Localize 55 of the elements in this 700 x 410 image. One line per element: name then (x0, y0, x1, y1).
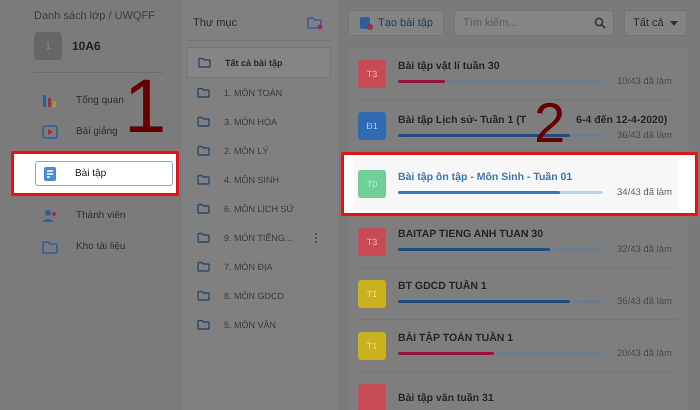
folder-item[interactable]: 5. MÔN VĂN (187, 310, 331, 339)
assignment-badge: T1 (358, 280, 386, 308)
users-icon (42, 208, 58, 222)
folder-icon (197, 145, 210, 156)
filter-dropdown[interactable]: Tất cả (624, 10, 687, 36)
class-name: 10A6 (72, 39, 101, 53)
search-icon (594, 17, 606, 29)
bar-chart-icon (42, 94, 58, 108)
assignment-badge: T1 (358, 332, 386, 360)
folder-item[interactable]: Tất cả bài tập (187, 47, 331, 78)
assignment-title[interactable]: 6-4 đến 12-4-2020) (576, 114, 668, 126)
document-icon (43, 166, 57, 182)
progress-count: 34/43 đã làm (617, 186, 672, 198)
folder-icon (198, 57, 211, 68)
add-folder-icon[interactable] (307, 16, 323, 30)
folder-icon (197, 232, 210, 243)
assignment-card[interactable]: T0 Bài tập ôn tập - Môn Sinh - Tuần 01 34/43 đã làm (354, 158, 678, 210)
folder-item[interactable]: 6. MÔN LỊCH SỬ (187, 194, 331, 223)
folder-icon (197, 319, 210, 330)
folder-item[interactable]: 4. MÔN SINH (187, 165, 331, 194)
assignment-badge: T3 (358, 228, 386, 256)
folders-title: Thư mục (193, 17, 238, 29)
folder-item[interactable]: 8. MÔN GDCD (187, 281, 331, 310)
assignment-card[interactable]: Bài tập văn tuần 31 (358, 372, 678, 410)
assignment-badge: T3 (358, 60, 386, 88)
assignment-title[interactable]: BAITAP TIENG ANH TUAN 30 (398, 228, 544, 240)
assignment-title[interactable]: Bài tập Lịch sử- Tuần 1 (T (398, 114, 526, 126)
assignment-badge: T0 (358, 170, 386, 198)
folder-item[interactable]: 1. MÔN TOÁN (187, 78, 331, 107)
create-assignment-button[interactable]: Tạo bài tập (348, 10, 444, 36)
nav-item[interactable]: Bài tập (35, 161, 173, 186)
assignment-badge: Đ1 (358, 112, 386, 140)
assignment-title[interactable]: BT GDCD TUẦN 1 (398, 280, 487, 292)
folder-icon (197, 261, 210, 272)
nav-item[interactable]: Kho tài liệu (35, 234, 173, 259)
folder-icon (197, 203, 210, 214)
folder-icon (197, 87, 210, 98)
folder-item[interactable]: 7. MÔN ĐỊA (187, 252, 331, 281)
assignment-title[interactable]: Bài tập văn tuần 31 (398, 392, 494, 404)
folder-item[interactable]: 3. MÔN HÓA (187, 107, 331, 136)
assignment-title[interactable]: BÀI TẬP TOÁN TUẦN 1 (398, 332, 514, 344)
breadcrumb: Danh sách lớp / UWQFF (34, 10, 156, 22)
assignment-title[interactable]: Bài tập ôn tập - Môn Sinh - Tuần 01 (398, 170, 572, 182)
annotation-number: 1 (124, 69, 166, 145)
folder-icon (197, 290, 210, 301)
folder-icon (42, 240, 58, 254)
folder-icon (197, 174, 210, 185)
folder-icon (197, 116, 210, 127)
assignment-title[interactable]: Bài tập vật lí tuần 30 (398, 60, 500, 72)
caret-icon (670, 20, 678, 26)
folder-item[interactable]: 9. MÔN TIẾNG... (187, 223, 331, 252)
document-add-icon (359, 16, 373, 30)
nav-item[interactable]: Thành viên (35, 203, 173, 228)
play-icon (42, 124, 58, 138)
folder-item[interactable]: 2. MÔN LÝ (187, 136, 331, 165)
